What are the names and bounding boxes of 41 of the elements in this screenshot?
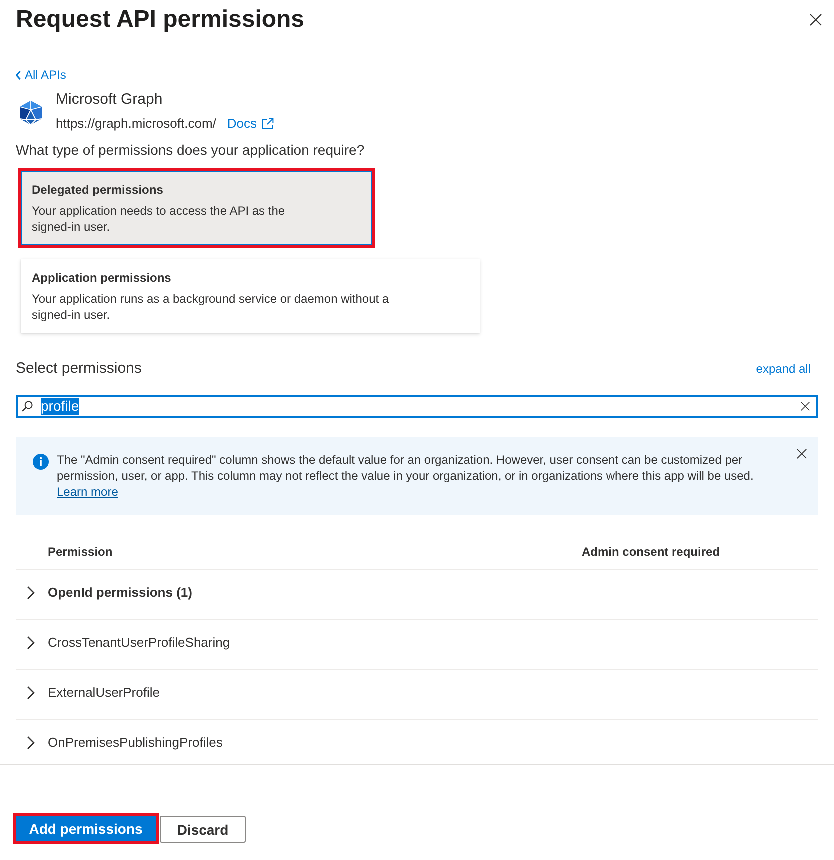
- permission-type-card[interactable]: Application permissions Your application runs as a background service or daemon without a signed-in user.: [21, 259, 480, 333]
- discard-button[interactable]: Discard: [160, 816, 246, 843]
- section-heading: Select permissions: [16, 359, 142, 379]
- column-header: Admin consent required: [582, 544, 722, 560]
- chevron-icon: [27, 636, 35, 650]
- search-query: profile: [41, 398, 80, 415]
- close-icon: [801, 402, 810, 411]
- search-field[interactable]: profile: [16, 395, 818, 418]
- search-icon: [22, 401, 33, 412]
- option-title: Delegated permissions: [32, 182, 164, 198]
- chevron-icon: [27, 736, 35, 750]
- permission-type-card[interactable]: Delegated permissions Your application needs to access the API as the signed-in user.: [18, 168, 375, 248]
- docs-link[interactable]: Docs: [227, 114, 274, 134]
- option-description: Your application needs to access the API as the signed-in user.: [32, 203, 286, 235]
- dismiss-button[interactable]: [797, 449, 807, 459]
- option-description: Your application runs as a background service or daemon without a signed-in user.: [32, 291, 390, 323]
- panel-title: Request API permissions: [16, 5, 305, 35]
- close-button[interactable]: [809, 13, 823, 27]
- external-link-icon: [262, 118, 274, 130]
- polyhedron-logo-icon: [18, 100, 44, 126]
- permission-group-row[interactable]: CrossTenantUserProfileSharing: [16, 620, 818, 670]
- permission-type-question: What type of permissions does your application require?: [16, 141, 366, 160]
- close-icon: [797, 449, 807, 459]
- permission-group-row[interactable]: OnPremisesPublishingProfiles: [16, 720, 818, 764]
- info-message: The "Admin consent required" column shows the default value for an organization. However, user consent can be customized per permission, user, or app. This column may not reflect the value in your organization, or in organizations where this app will be used. Learn more: [57, 452, 755, 500]
- column-header: Permission: [47, 544, 114, 560]
- chevron-icon: [27, 686, 35, 700]
- api-url: https://graph.microsoft.com/: [56, 115, 216, 133]
- permission-group-row[interactable]: ExternalUserProfile: [16, 670, 818, 720]
- back-link[interactable]: All APIs: [16, 68, 66, 82]
- option-title: Application permissions: [32, 270, 172, 286]
- close-icon: [810, 14, 822, 26]
- chevron-icon: [27, 586, 35, 600]
- info-icon: [33, 454, 49, 470]
- add-permissions-button[interactable]: Add permissions: [13, 813, 159, 844]
- api-name: Microsoft Graph: [56, 90, 164, 110]
- chevron-left-icon: [16, 70, 21, 80]
- learn-more-link[interactable]: Learn more: [57, 485, 118, 499]
- permission-group-row[interactable]: OpenId permissions (1): [16, 570, 818, 620]
- clear-search-button[interactable]: [801, 402, 810, 411]
- expand-all-link[interactable]: expand all: [756, 361, 811, 377]
